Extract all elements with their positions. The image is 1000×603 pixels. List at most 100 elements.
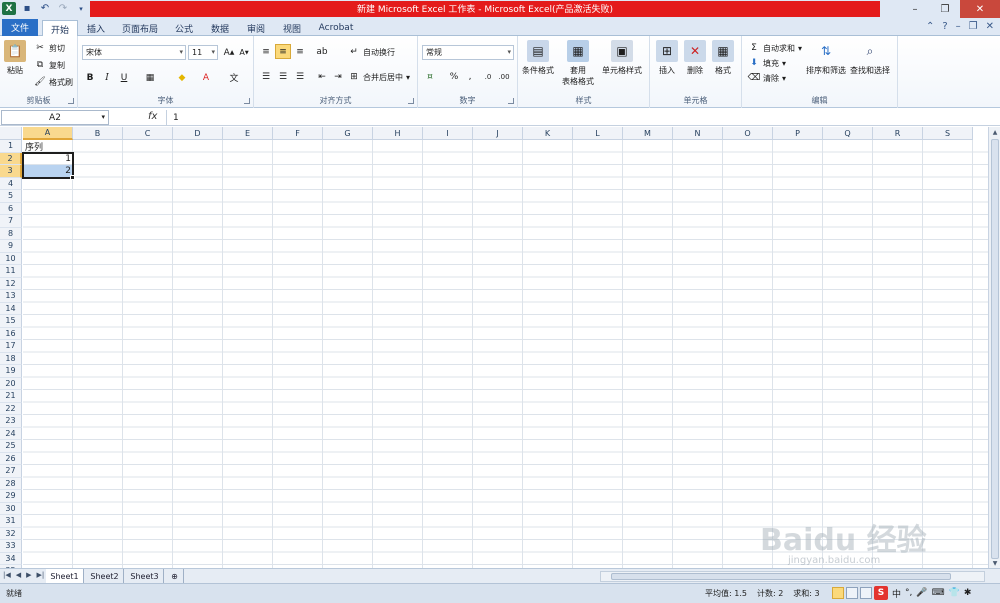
prev-sheet-icon[interactable]: ◀ [16, 571, 21, 579]
number-format-combo[interactable]: 常规 ▾ [422, 45, 514, 60]
row-header-2[interactable]: 2 [0, 152, 22, 165]
row-header-22[interactable]: 22 [0, 402, 22, 415]
customize-qat-icon[interactable]: ▾ [74, 2, 88, 15]
column-header-o[interactable]: O [723, 127, 773, 140]
row-header-21[interactable]: 21 [0, 390, 22, 403]
normal-view-icon[interactable] [832, 587, 844, 599]
row-header-9[interactable]: 9 [0, 240, 22, 253]
row-header-20[interactable]: 20 [0, 377, 22, 390]
format-cells-button[interactable]: ▦ 格式 [712, 40, 734, 76]
font-color-icon[interactable]: A [198, 70, 214, 85]
first-sheet-icon[interactable]: |◀ [3, 571, 11, 579]
horizontal-scroll-thumb[interactable] [611, 573, 951, 580]
cell-styles-button[interactable]: ▣ 单元格样式 [602, 40, 642, 76]
help-icon[interactable]: ? [942, 21, 947, 32]
format-as-table-button[interactable]: ▦ 套用 表格格式 [562, 40, 594, 87]
column-header-p[interactable]: P [773, 127, 823, 140]
currency-icon[interactable]: ¤ [422, 69, 438, 84]
sheet-tab-sheet3[interactable]: Sheet3 [126, 569, 164, 583]
percent-button[interactable]: % [446, 69, 462, 84]
increase-indent-icon[interactable]: ⇥ [330, 69, 346, 84]
column-header-b[interactable]: B [73, 127, 123, 140]
minimize-icon[interactable]: – [900, 0, 930, 18]
tab-data[interactable]: 数据 [206, 20, 234, 36]
scroll-up-icon[interactable]: ▲ [989, 127, 1000, 137]
format-painter-button[interactable]: 🖌 格式刷 [34, 76, 73, 88]
workbook-close-icon[interactable]: ✕ [986, 21, 994, 32]
alignment-launcher-icon[interactable] [408, 98, 414, 104]
tab-file[interactable]: 文件 [2, 19, 38, 36]
workbook-minimize-icon[interactable]: – [956, 21, 961, 32]
increase-decimal-icon[interactable]: .0 [480, 69, 496, 84]
merge-center-button[interactable]: ⊞ 合并后居中 ▾ [348, 71, 410, 83]
row-header-26[interactable]: 26 [0, 452, 22, 465]
row-header-32[interactable]: 32 [0, 527, 22, 540]
minimize-ribbon-icon[interactable]: ⌃ [926, 21, 934, 32]
cell-area[interactable]: 序列 1 2 [22, 140, 988, 568]
page-break-view-icon[interactable] [860, 587, 872, 599]
column-header-r[interactable]: R [873, 127, 923, 140]
select-all-corner[interactable] [0, 127, 22, 140]
vertical-scroll-thumb[interactable] [991, 139, 999, 559]
column-header-q[interactable]: Q [823, 127, 873, 140]
grow-font-icon[interactable]: A ▲ [221, 45, 237, 60]
align-left-icon[interactable]: ☰ [258, 69, 274, 84]
column-header-i[interactable]: I [423, 127, 473, 140]
align-middle-icon[interactable]: ≡ [275, 44, 291, 59]
sort-filter-button[interactable]: ⇅ 排序和筛选 [806, 40, 846, 76]
decrease-indent-icon[interactable]: ⇤ [314, 69, 330, 84]
page-layout-view-icon[interactable] [846, 587, 858, 599]
column-header-f[interactable]: F [273, 127, 323, 140]
column-header-s[interactable]: S [923, 127, 973, 140]
tab-acrobat[interactable]: Acrobat [314, 20, 358, 36]
align-bottom-icon[interactable]: ≡ [292, 44, 308, 59]
column-header-d[interactable]: D [173, 127, 223, 140]
next-sheet-icon[interactable]: ▶ [26, 571, 31, 579]
tab-insert[interactable]: 插入 [82, 20, 110, 36]
align-top-icon[interactable]: ≡ [258, 44, 274, 59]
row-header-30[interactable]: 30 [0, 502, 22, 515]
autosum-button[interactable]: Σ 自动求和 ▾ [748, 42, 802, 54]
restore-icon[interactable]: ❐ [930, 0, 960, 18]
row-header-11[interactable]: 11 [0, 265, 22, 278]
border-icon[interactable]: ▦ [142, 70, 158, 85]
redo-icon[interactable]: ↷ [56, 2, 70, 15]
cut-button[interactable]: ✂ 剪切 [34, 42, 65, 54]
row-header-23[interactable]: 23 [0, 415, 22, 428]
tab-formulas[interactable]: 公式 [170, 20, 198, 36]
row-header-14[interactable]: 14 [0, 302, 22, 315]
row-header-29[interactable]: 29 [0, 490, 22, 503]
scroll-down-icon[interactable]: ▼ [989, 558, 1000, 568]
row-header-15[interactable]: 15 [0, 315, 22, 328]
microphone-icon[interactable]: 🎤 [916, 588, 927, 598]
keyboard-icon[interactable]: ⌨ [932, 588, 945, 598]
number-launcher-icon[interactable] [508, 98, 514, 104]
sheet-tab-sheet1[interactable]: Sheet1 [46, 569, 84, 583]
row-header-27[interactable]: 27 [0, 465, 22, 478]
phonetic-icon[interactable]: 文 [226, 70, 242, 85]
column-header-n[interactable]: N [673, 127, 723, 140]
row-header-10[interactable]: 10 [0, 252, 22, 265]
comma-button[interactable]: , [462, 69, 478, 84]
fill-color-icon[interactable]: ◆ [174, 70, 190, 85]
row-header-33[interactable]: 33 [0, 540, 22, 553]
row-header-19[interactable]: 19 [0, 365, 22, 378]
name-box[interactable]: A2 ▾ [1, 110, 109, 125]
clipboard-launcher-icon[interactable] [68, 98, 74, 104]
delete-cells-button[interactable]: ✕ 删除 [684, 40, 706, 76]
column-header-j[interactable]: J [473, 127, 523, 140]
row-header-16[interactable]: 16 [0, 327, 22, 340]
row-header-13[interactable]: 13 [0, 290, 22, 303]
sheet-tab-sheet2[interactable]: Sheet2 [86, 569, 124, 583]
conditional-format-button[interactable]: ▤ 条件格式 [522, 40, 554, 76]
align-center-icon[interactable]: ☰ [275, 69, 291, 84]
close-icon[interactable]: ✕ [960, 0, 1000, 18]
insert-cells-button[interactable]: ⊞ 插入 [656, 40, 678, 76]
horizontal-scrollbar[interactable] [600, 571, 985, 582]
column-header-a[interactable]: A [23, 127, 73, 140]
insert-function-icon[interactable]: fx [148, 111, 157, 122]
new-sheet-icon[interactable]: ⊕ [166, 569, 184, 583]
fill-handle[interactable] [70, 175, 75, 180]
workbook-restore-icon[interactable]: ❐ [969, 21, 978, 32]
punctuation-icon[interactable]: °, [905, 588, 912, 598]
